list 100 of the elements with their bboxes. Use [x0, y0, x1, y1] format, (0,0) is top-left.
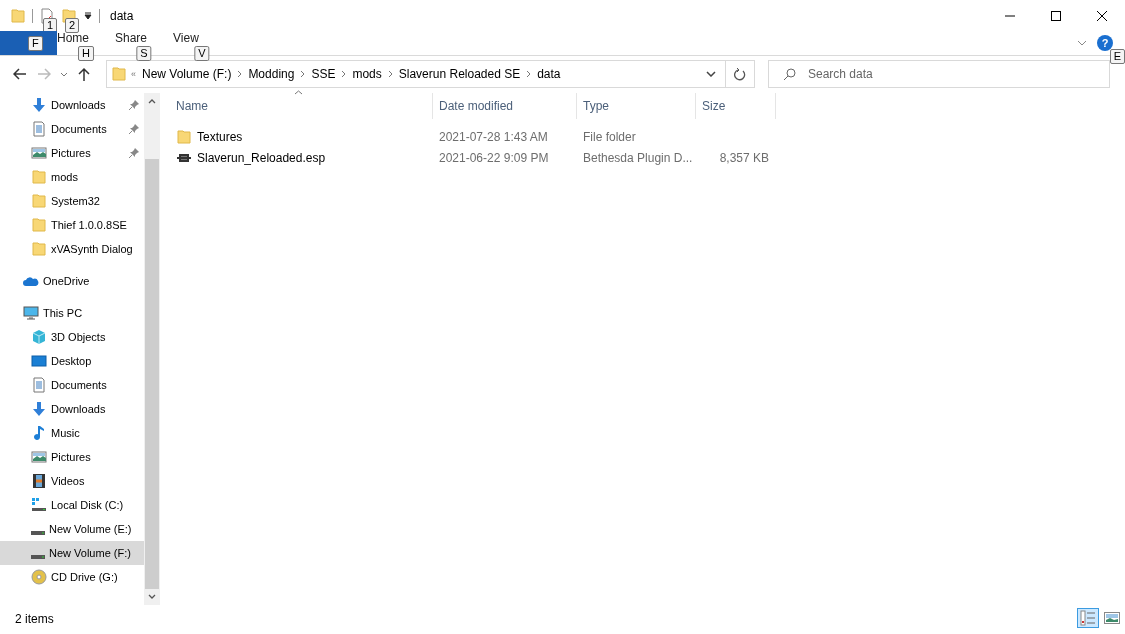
column-header[interactable]: Type [577, 93, 696, 119]
nav-label: System32 [51, 195, 100, 207]
ribbon-tab[interactable]: Share [115, 31, 148, 45]
nav-item[interactable]: Local Disk (C:) [0, 493, 144, 517]
refresh-button[interactable] [726, 60, 755, 88]
nav-item[interactable]: Documents [0, 373, 144, 397]
nav-label: Documents [51, 379, 107, 391]
search-icon [783, 67, 796, 81]
cd-drive-icon [31, 569, 47, 585]
nav-item[interactable]: Desktop [0, 349, 144, 373]
nav-item[interactable]: 3D Objects [0, 325, 144, 349]
disk-drive-icon [31, 554, 45, 560]
folder-icon [10, 7, 26, 24]
file-row[interactable]: Slaverun_Reloaded.esp 2021-06-22 9:09 PM Bethesda Plugin D... 8,357 KB [170, 147, 1125, 168]
help-button[interactable]: ? [1097, 35, 1113, 51]
scroll-down-icon[interactable] [148, 594, 156, 600]
nav-label: This PC [43, 307, 83, 319]
overflow-chevron[interactable]: « [131, 69, 136, 79]
desktop-icon [31, 353, 47, 369]
type-cell-text: File folder [582, 129, 637, 144]
nav-item[interactable]: New Volume (F:) [0, 541, 144, 565]
dropdown-icon[interactable] [83, 10, 93, 21]
folder-icon [31, 193, 47, 209]
nav-label: OneDrive [43, 275, 90, 287]
nav-item[interactable]: mods [0, 165, 144, 189]
chevron-down-icon [60, 71, 68, 77]
keytip: F [28, 36, 43, 51]
nav-item[interactable]: Downloads [0, 397, 144, 421]
up-arrow-icon [78, 67, 90, 81]
nav-label: New Volume (F:) [49, 547, 131, 559]
breadcrumb[interactable]: data [535, 67, 563, 81]
nav-item[interactable]: Pictures [0, 445, 144, 469]
column-header[interactable]: Name [170, 93, 433, 119]
chevron-icon [387, 70, 393, 78]
folder-icon [111, 66, 127, 82]
item-count: 2 items [15, 612, 54, 626]
cube-icon [31, 329, 47, 345]
nav-label: Music [51, 427, 80, 439]
download-arrow-icon [31, 97, 47, 113]
breadcrumb[interactable]: Slaverun Reloaded SE [396, 67, 523, 81]
breadcrumb[interactable]: Modding [246, 67, 297, 81]
nav-label: CD Drive (G:) [51, 571, 118, 583]
refresh-icon [734, 67, 746, 81]
chevron-icon [300, 70, 306, 78]
date-cell-text: 2021-07-28 1:43 AM [438, 129, 549, 144]
chevron-icon [526, 70, 532, 78]
nav-item[interactable]: This PC [0, 301, 144, 325]
film-icon [31, 473, 47, 489]
nav-item[interactable]: Thief 1.0.0.8SE [0, 213, 144, 237]
file-tab[interactable]: F [0, 31, 57, 55]
nav-item[interactable]: xVASynth Dialog [0, 237, 144, 261]
details-view-button[interactable] [1077, 608, 1099, 628]
breadcrumb[interactable]: New Volume (F:) [140, 67, 234, 81]
music-note-icon [31, 425, 47, 441]
chevron-icon [237, 70, 243, 78]
ribbon-tab[interactable]: Home [57, 31, 89, 45]
file-row[interactable]: Textures 2021-07-28 1:43 AM File folder [170, 126, 1125, 147]
search-field[interactable]: Search data [768, 60, 1110, 88]
nav-label: Videos [51, 475, 85, 487]
nav-item[interactable]: CD Drive (G:) [0, 565, 144, 589]
column-header[interactable]: Date modified [433, 93, 577, 119]
expand-ribbon-icon[interactable] [1077, 40, 1087, 46]
folder-icon [31, 217, 47, 233]
file-name: Slaverun_Reloaded.esp [197, 150, 326, 165]
computer-icon [23, 305, 39, 321]
scroll-thumb[interactable] [145, 159, 159, 589]
details-list-icon [1080, 610, 1096, 626]
forward-arrow-icon [37, 68, 51, 80]
document-icon [31, 377, 47, 393]
file-name: Textures [197, 129, 243, 144]
nav-item[interactable]: Documents [0, 117, 144, 141]
disk-drive-icon [31, 530, 45, 536]
nav-label: Documents [51, 123, 107, 135]
nav-item[interactable]: Music [0, 421, 144, 445]
nav-label: xVASynth Dialog [51, 243, 133, 255]
nav-item[interactable]: System32 [0, 189, 144, 213]
type-cell-text: Bethesda Plugin D... [582, 150, 694, 165]
window-title: data [110, 8, 134, 23]
nav-label: 3D Objects [51, 331, 106, 343]
keytip: E [1109, 49, 1125, 64]
keytip: S [136, 46, 152, 61]
nav-label: mods [51, 171, 78, 183]
breadcrumb[interactable]: mods [350, 67, 384, 81]
folder-icon [31, 241, 47, 257]
ribbon-tab[interactable]: View [173, 31, 199, 45]
nav-item[interactable]: New Volume (E:) [0, 517, 144, 541]
nav-item[interactable]: Videos [0, 469, 144, 493]
nav-item[interactable]: Pictures [0, 141, 144, 165]
nav-label: Local Disk (C:) [51, 499, 124, 511]
chevron-icon [341, 70, 347, 78]
nav-label: Thief 1.0.0.8SE [51, 219, 127, 231]
scroll-up-icon[interactable] [148, 98, 156, 104]
keytip: H [78, 46, 94, 61]
nav-item[interactable]: Downloads [0, 93, 144, 117]
document-icon [31, 121, 47, 137]
breadcrumb[interactable]: SSE [309, 67, 338, 81]
column-header[interactable]: Size [696, 93, 776, 119]
nav-item[interactable]: OneDrive [0, 269, 144, 293]
nav-label: Downloads [51, 99, 106, 111]
close-icon [1097, 10, 1107, 21]
